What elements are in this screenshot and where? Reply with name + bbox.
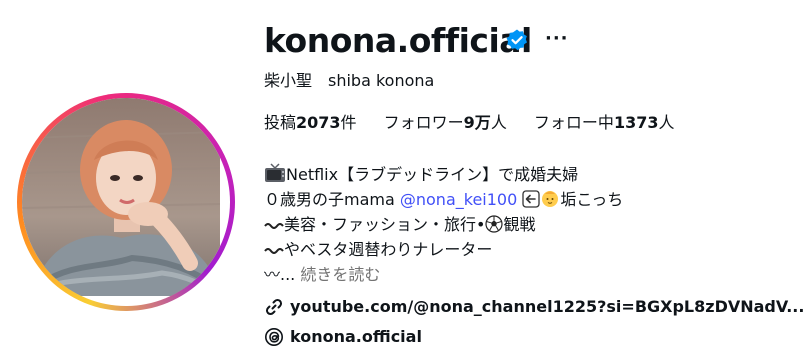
followers-link[interactable]: フォロワー9万人 [384, 113, 507, 132]
following-link[interactable]: フォロー中1373人 [534, 113, 675, 132]
link-icon [265, 298, 283, 316]
bio-line-2: ０歳男の子mama @nona_kei100 垢こっち [264, 187, 623, 212]
bio-line-2-suffix: 垢こっち [560, 190, 624, 209]
followers-value: 9万 [463, 113, 491, 132]
bio-line-3-text-b: 観戦 [503, 215, 536, 234]
bio-line-3-text-a: 美容・ファッション・旅行• [284, 215, 486, 234]
avatar-story-ring[interactable] [17, 93, 235, 311]
tv-icon [265, 163, 285, 182]
bio-line-4: やベスタ週替わりナレーター [264, 237, 623, 262]
threads-icon [265, 328, 283, 346]
following-value: 1373 [613, 113, 659, 132]
soccer-ball-icon [485, 215, 504, 233]
baby-emoji-icon [542, 191, 559, 207]
posts-unit: 件 [340, 113, 357, 132]
bio-line-5: 〰... 続きを読む [264, 262, 623, 287]
left-arrow-icon [522, 190, 541, 208]
threads-link[interactable]: konona.official [264, 325, 422, 349]
profile-full-name: 柴小聖 shiba konona [264, 71, 435, 90]
bio-line-1-text: Netflix【ラブデッドライン】で成婚夫婦 [286, 165, 579, 184]
profile-stats: 投稿2073件 フォロワー9万人 フォロー中1373人 [264, 112, 696, 134]
bio-line-2-prefix: ０歳男の子mama [264, 190, 400, 209]
posts-count: 投稿2073件 [264, 113, 357, 132]
following-unit: 人 [658, 113, 675, 132]
verified-badge-icon [506, 29, 527, 51]
posts-value: 2073 [296, 113, 341, 132]
read-more-link[interactable]: 続きを読む [300, 265, 380, 284]
bio-line-4-text: やベスタ週替わりナレーター [284, 240, 493, 259]
external-link[interactable]: youtube.com/@nona_channel1225?si=BGXpL8z… [264, 295, 804, 319]
external-link-text[interactable]: youtube.com/@nona_channel1225?si=BGXpL8z… [290, 295, 804, 319]
wavy-dash-icon [264, 223, 284, 229]
avatar[interactable] [22, 98, 230, 306]
more-options-icon[interactable]: ··· [545, 27, 569, 51]
bio-mention-link[interactable]: @nona_kei100 [400, 190, 517, 209]
wavy-dash-icon [264, 248, 284, 254]
threads-handle[interactable]: konona.official [290, 325, 422, 349]
following-label: フォロー中 [533, 113, 614, 132]
bio-line-5-prefix: 〰... [264, 265, 301, 284]
bio-line-3: 美容・ファッション・旅行• 観戦 [264, 212, 623, 237]
followers-unit: 人 [490, 113, 507, 132]
bio-line-1: Netflix【ラブデッドライン】で成婚夫婦 [264, 162, 623, 187]
posts-label: 投稿 [264, 113, 297, 132]
profile-username: konona.official [264, 21, 532, 60]
followers-label: フォロワー [383, 113, 464, 132]
profile-bio: Netflix【ラブデッドライン】で成婚夫婦 ０歳男の子mama @nona_k… [264, 162, 623, 287]
